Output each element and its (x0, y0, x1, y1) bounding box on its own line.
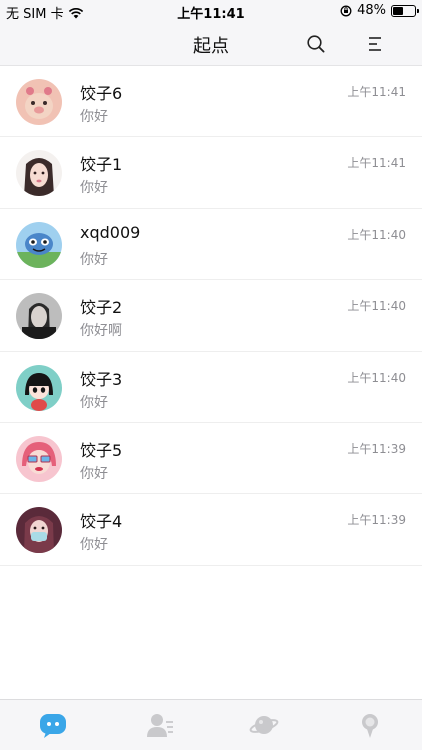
chat-preview: 你好 (80, 537, 108, 554)
status-bar: 无 SIM 卡 上午11:41 48% (0, 0, 422, 22)
search-icon[interactable] (305, 33, 327, 55)
chat-preview: 你好 (80, 109, 108, 125)
chat-preview: 你好啊 (80, 323, 122, 340)
chat-row[interactable]: 饺子5 你好 上午11:39 (0, 423, 422, 495)
chat-preview: 你好 (80, 251, 108, 268)
chat-bubble-icon[interactable] (38, 710, 68, 740)
avatar-4 (16, 507, 62, 554)
chat-time: 上午11:39 (347, 441, 406, 456)
chat-row[interactable]: 饺子3 你好 上午11:40 (0, 352, 422, 423)
rotation-lock-icon (340, 5, 352, 16)
chat-preview: 你好 (80, 394, 108, 411)
avatar-5 (16, 435, 62, 482)
page-title: 起点 (193, 36, 229, 57)
chat-time: 上午11:40 (347, 299, 406, 314)
contacts-icon[interactable] (145, 710, 175, 740)
avatar-3 (16, 364, 62, 411)
chat-name: 饺子4 (80, 512, 123, 532)
avatar-1 (16, 150, 62, 197)
chat-time: 上午11:39 (347, 513, 406, 528)
chat-time: 上午11:41 (347, 85, 406, 99)
battery-level (393, 6, 404, 15)
chat-name: 饺子2 (80, 298, 123, 318)
chat-name: 饺子1 (80, 155, 123, 175)
avatar-2 (16, 293, 62, 340)
chat-time: 上午11:40 (347, 227, 406, 242)
chat-name: 饺子5 (80, 440, 123, 460)
chat-time: 上午11:40 (347, 370, 406, 385)
conversation-list: 饺子6 你好 上午11:41 饺子1 你好 上午11:41 xqd009 你好 … (0, 66, 422, 566)
battery-icon (391, 4, 419, 17)
planet-icon[interactable] (249, 710, 279, 740)
chat-preview: 你好 (80, 180, 108, 197)
app-screen: 无 SIM 卡 上午11:41 48% 起点 饺子6 你好 上午11:41 饺子… (0, 0, 422, 750)
chat-time: 上午11:41 (347, 156, 406, 171)
chat-preview: 你好 (80, 465, 108, 482)
chat-row[interactable]: 饺子4 你好 上午11:39 (0, 494, 422, 566)
chat-row[interactable]: xqd009 你好 上午11:40 (0, 209, 422, 281)
status-right: 48% (340, 3, 419, 18)
chat-row[interactable]: 饺子1 你好 上午11:41 (0, 137, 422, 209)
menu-icon[interactable] (364, 33, 386, 55)
nav-bar: 起点 (0, 22, 422, 66)
chat-row[interactable]: 饺子2 你好啊 上午11:40 (0, 280, 422, 352)
profile-icon[interactable] (355, 710, 385, 740)
avatar-6 (16, 79, 62, 125)
chat-row[interactable]: 饺子6 你好 上午11:41 (0, 66, 422, 138)
chat-name: 饺子6 (80, 84, 123, 103)
avatar-xqd009 (16, 221, 62, 268)
tab-bar (0, 699, 422, 750)
chat-name: xqd009 (80, 222, 141, 242)
chat-name: 饺子3 (80, 369, 123, 389)
battery-percent: 48% (357, 3, 386, 18)
